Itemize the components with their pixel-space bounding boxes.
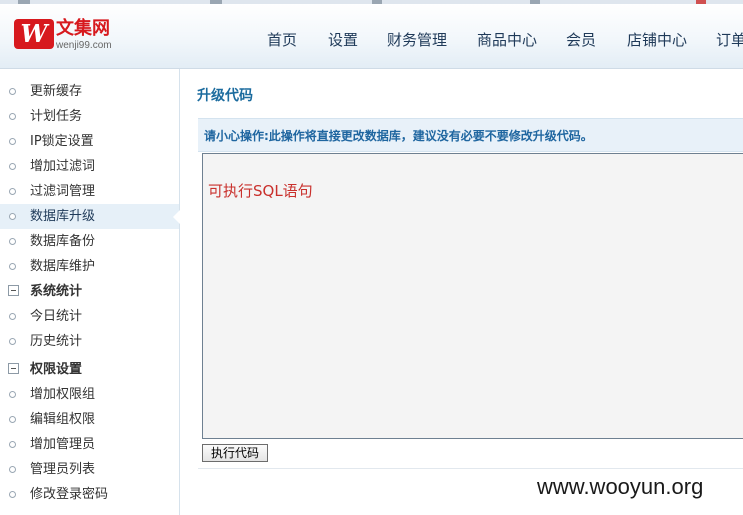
nav-settings[interactable]: 设置 (328, 30, 358, 50)
sidebar-item-filter-word-manage[interactable]: 过滤词管理 (0, 179, 179, 204)
nav-shops[interactable]: 店铺中心 (627, 30, 687, 50)
bullet-icon (9, 188, 16, 195)
bullet-icon (9, 138, 16, 145)
sidebar-item-change-password[interactable]: 修改登录密码 (0, 482, 179, 507)
sidebar-item-label: 今日统计 (30, 309, 83, 324)
sidebar-item-label: 数据库升级 (30, 209, 96, 224)
bullet-icon (9, 338, 16, 345)
bullet-icon (9, 88, 16, 95)
sidebar-item-admin-list[interactable]: 管理员列表 (0, 457, 179, 482)
sidebar-group-label: 权限设置 (30, 362, 83, 377)
logo-domain: wenji99.com (56, 40, 112, 51)
sidebar-item-db-maintain[interactable]: 数据库维护 (0, 254, 179, 279)
sidebar-item-add-filter-word[interactable]: 增加过滤词 (0, 154, 179, 179)
bullet-icon (9, 466, 16, 473)
sidebar-item-history-stats[interactable]: 历史统计 (0, 329, 179, 354)
nav-home[interactable]: 首页 (267, 30, 297, 50)
bullet-icon (9, 313, 16, 320)
divider (198, 468, 743, 469)
sidebar-item-db-backup[interactable]: 数据库备份 (0, 229, 179, 254)
collapse-icon[interactable] (8, 363, 19, 374)
bullet-icon (9, 213, 16, 220)
watermark: www.wooyun.org (537, 474, 704, 499)
sidebar-item-label: 增加权限组 (30, 387, 96, 402)
sidebar-item-label: 管理员列表 (30, 462, 96, 477)
bullet-icon (9, 113, 16, 120)
bullet-icon (9, 163, 16, 170)
sidebar-item-label: 过滤词管理 (30, 184, 96, 199)
sidebar-item-label: 增加过滤词 (30, 159, 96, 174)
sidebar: 更新缓存 计划任务 IP锁定设置 增加过滤词 过滤词管理 数据库升级 数据库备份… (0, 69, 180, 515)
sidebar-item-label: 数据库维护 (30, 259, 96, 274)
sidebar-item-label: 增加管理员 (30, 437, 96, 452)
sidebar-item-add-permission-group[interactable]: 增加权限组 (0, 382, 179, 407)
sidebar-item-ip-lock[interactable]: IP锁定设置 (0, 129, 179, 154)
nav-orders[interactable]: 订单 (716, 30, 743, 50)
sidebar-item-label: 数据库备份 (30, 234, 96, 249)
bullet-icon (9, 491, 16, 498)
sidebar-item-label: IP锁定设置 (30, 134, 94, 149)
warning-notice: 请小心操作:此操作将直接更改数据库，建议没有必要不要修改升级代码。 (198, 118, 743, 152)
sidebar-item-label: 修改登录密码 (30, 487, 109, 502)
top-header: W 文集网 wenji99.com 首页 设置 财务管理 商品中心 会员 店铺中… (0, 4, 743, 69)
sidebar-item-label: 编辑组权限 (30, 412, 96, 427)
sidebar-item-scheduled-tasks[interactable]: 计划任务 (0, 104, 179, 129)
sidebar-item-today-stats[interactable]: 今日统计 (0, 304, 179, 329)
sidebar-group-system-stats[interactable]: 系统统计 (0, 279, 179, 304)
sidebar-group-label: 系统统计 (30, 284, 83, 299)
execute-code-button[interactable]: 执行代码 (202, 444, 268, 462)
nav-members[interactable]: 会员 (566, 30, 596, 50)
logo-mark: W (14, 19, 54, 49)
page-title: 升级代码 (197, 88, 253, 104)
logo-name: 文集网 (56, 18, 110, 39)
sidebar-item-label: 计划任务 (30, 109, 83, 124)
bullet-icon (9, 416, 16, 423)
main-content: 升级代码 请小心操作:此操作将直接更改数据库，建议没有必要不要修改升级代码。 可… (180, 69, 743, 515)
bullet-icon (9, 238, 16, 245)
nav-finance[interactable]: 财务管理 (387, 30, 447, 50)
sql-code-text: 可执行SQL语句 (208, 182, 313, 200)
bullet-icon (9, 391, 16, 398)
collapse-icon[interactable] (8, 285, 19, 296)
sidebar-item-label: 更新缓存 (30, 84, 83, 99)
bullet-icon (9, 441, 16, 448)
nav-products[interactable]: 商品中心 (477, 30, 537, 50)
sidebar-item-update-cache[interactable]: 更新缓存 (0, 79, 179, 104)
site-logo[interactable]: W 文集网 wenji99.com (14, 15, 134, 59)
sidebar-item-db-upgrade[interactable]: 数据库升级 (0, 204, 180, 229)
warning-notice-text: 请小心操作:此操作将直接更改数据库，建议没有必要不要修改升级代码。 (204, 129, 593, 143)
sidebar-item-add-admin[interactable]: 增加管理员 (0, 432, 179, 457)
sidebar-group-permissions[interactable]: 权限设置 (0, 357, 179, 382)
sidebar-item-label: 历史统计 (30, 334, 83, 349)
sql-code-textarea[interactable]: 可执行SQL语句 (202, 153, 743, 439)
bullet-icon (9, 263, 16, 270)
sidebar-item-edit-group-permission[interactable]: 编辑组权限 (0, 407, 179, 432)
